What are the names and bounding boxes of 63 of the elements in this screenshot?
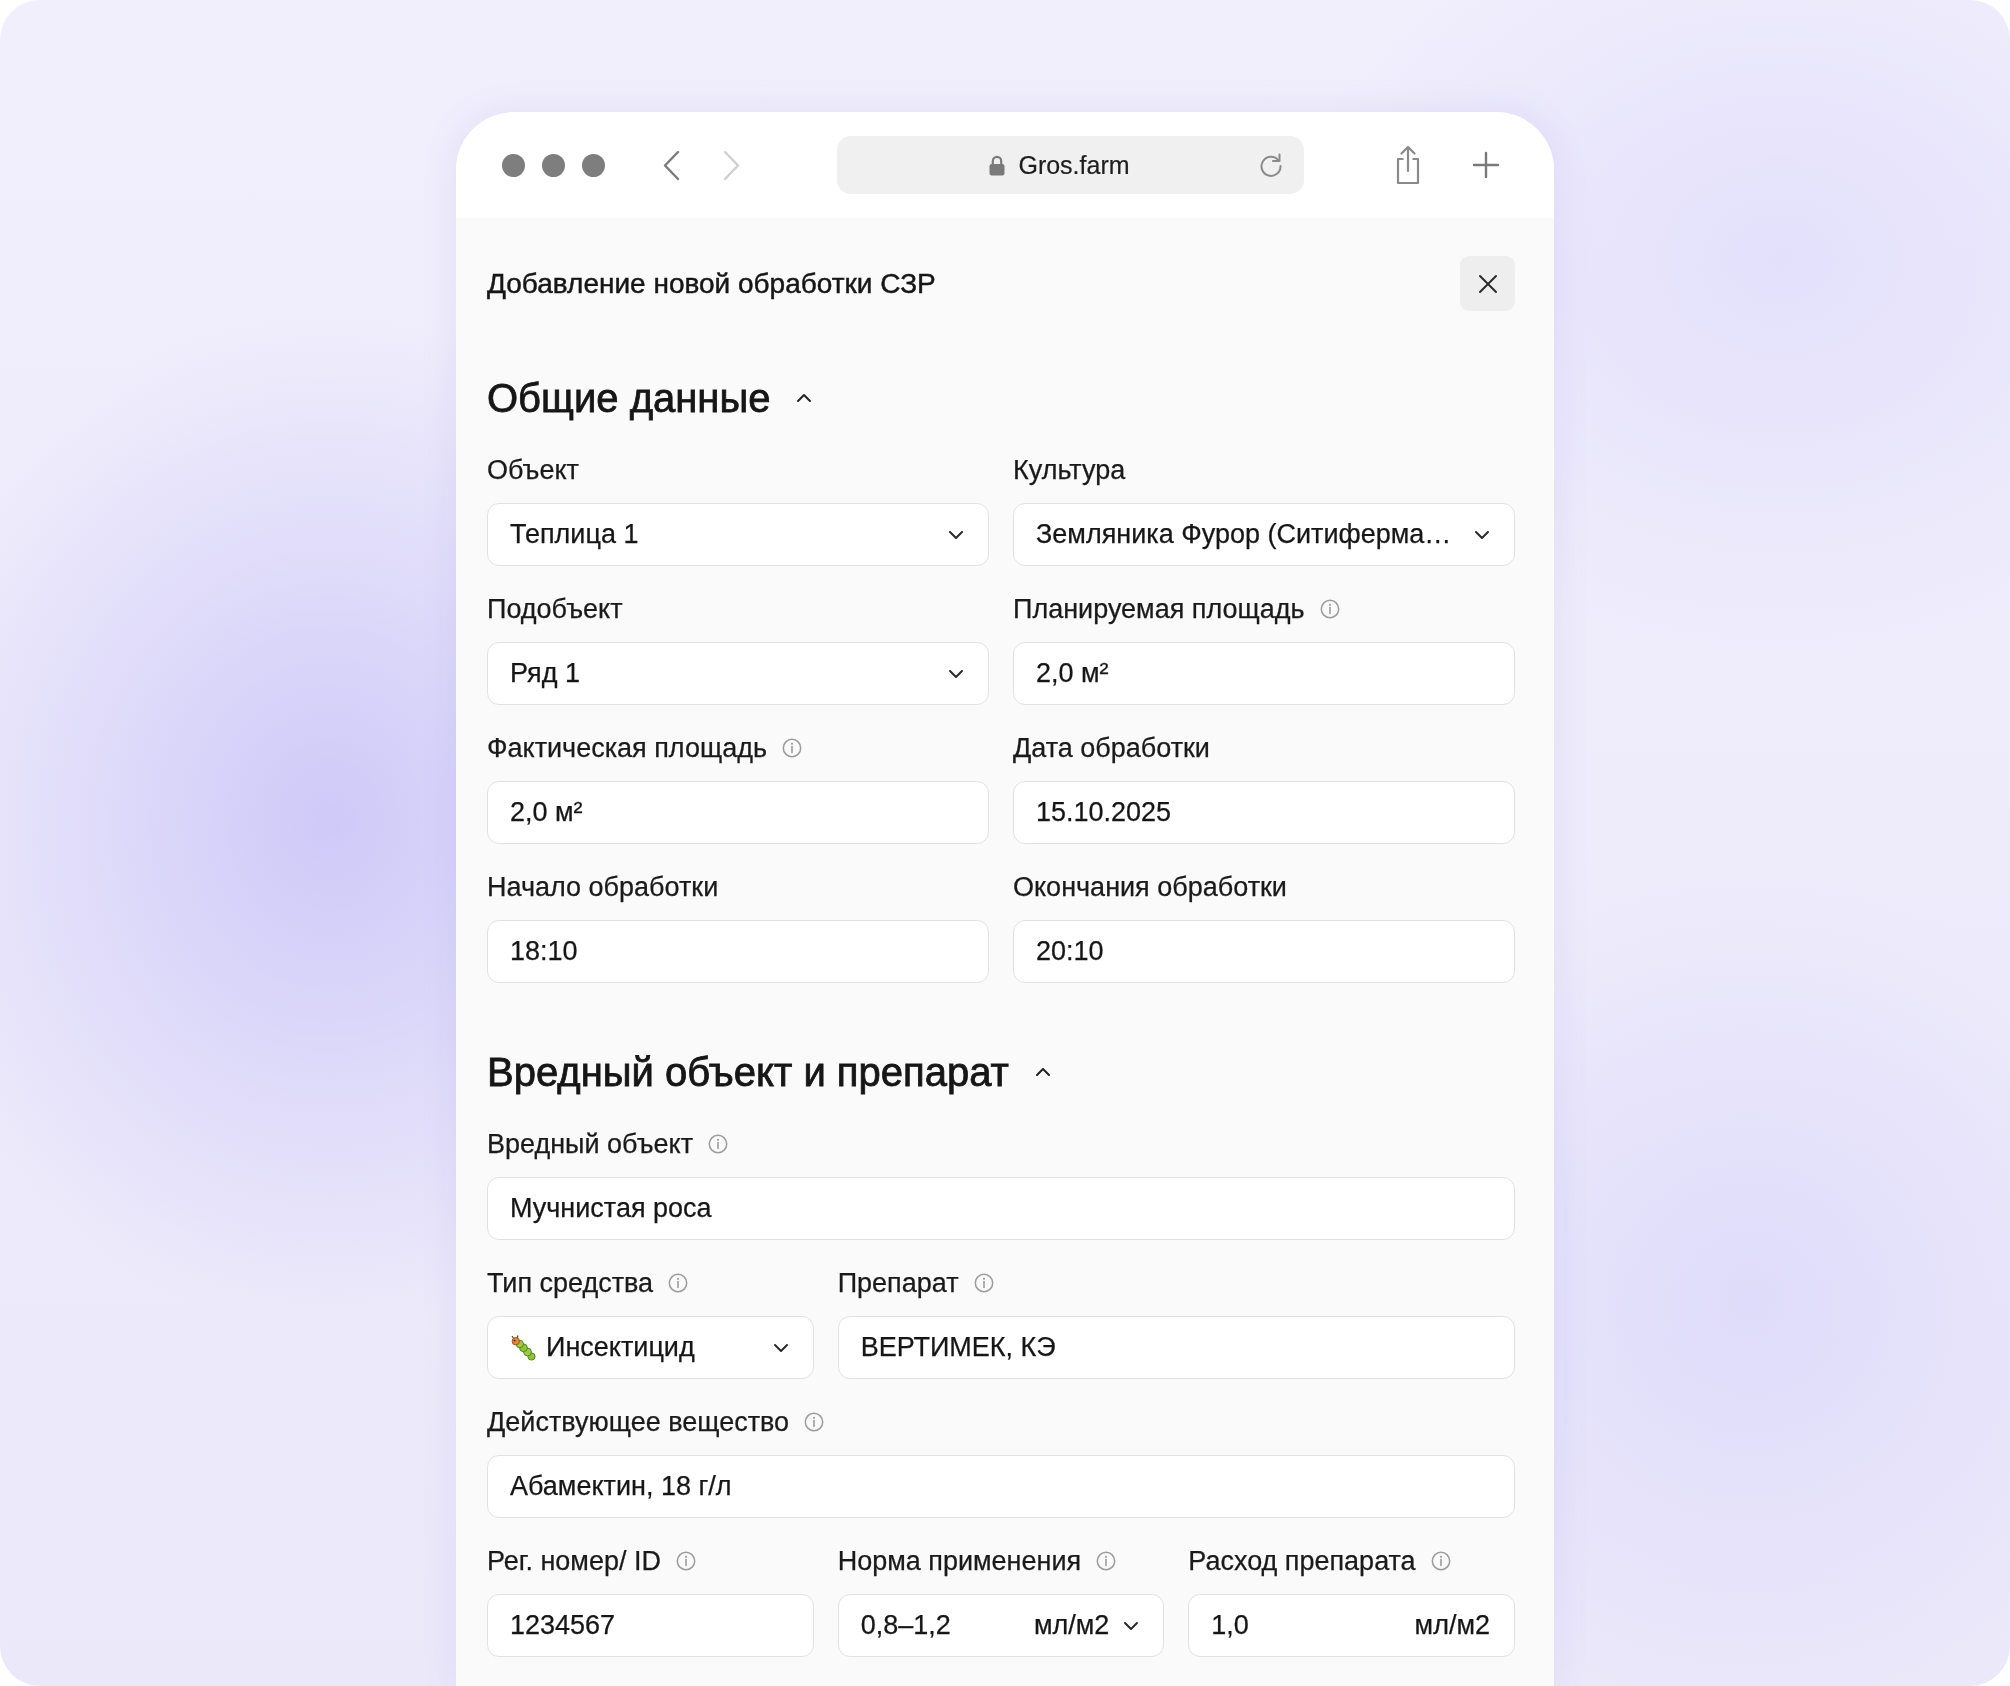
select-field[interactable]: Теплица 1 <box>487 503 989 566</box>
section-title: Вредный объект и препарат <box>487 1049 1009 1095</box>
chevron-down-icon <box>948 668 964 679</box>
select-field[interactable]: Ряд 1 <box>487 642 989 705</box>
field-label: Планируемая площадь <box>1013 593 1305 625</box>
chevron-down-icon <box>772 1342 789 1353</box>
input-field[interactable]: 2,0 м² <box>487 781 989 844</box>
info-icon[interactable] <box>1319 599 1340 619</box>
caterpillar-icon <box>510 1334 536 1361</box>
select-field[interactable]: Земляника Фурор (Ситиферма… <box>1013 503 1515 566</box>
field-label: Норма применения <box>837 1545 1082 1577</box>
input-field[interactable]: 2,0 м² <box>1013 642 1515 705</box>
input-field[interactable]: ВЕРТИМЕК, КЭ <box>837 1316 1515 1379</box>
input-field[interactable]: 0,8–1,2 мл/м2 <box>837 1594 1165 1657</box>
reload-icon[interactable] <box>1258 152 1284 178</box>
info-icon[interactable] <box>804 1412 825 1432</box>
share-icon[interactable] <box>1395 145 1421 185</box>
field-label: Тип средства <box>487 1267 654 1299</box>
field-label: Вредный объект <box>487 1128 694 1160</box>
unit-label: мл/м2 <box>1033 1610 1110 1641</box>
field-label: Культура <box>1013 454 1126 486</box>
chevron-down-icon <box>948 529 964 540</box>
info-icon[interactable] <box>782 738 802 758</box>
plus-icon[interactable] <box>1472 151 1500 179</box>
chevron-down-icon <box>1474 529 1490 540</box>
input-field[interactable]: 1234567 <box>487 1594 814 1657</box>
info-icon[interactable] <box>668 1273 689 1293</box>
chevron-down-icon <box>1123 1620 1140 1631</box>
window-control-icon[interactable] <box>502 153 525 177</box>
input-field[interactable]: 20:10 <box>1013 920 1515 983</box>
field-label: Препарат <box>837 1267 959 1299</box>
field-label: Рег. номер/ ID <box>487 1545 661 1577</box>
field-label: Начало обработки <box>487 871 719 903</box>
address-bar[interactable]: Gros.farm <box>837 136 1304 194</box>
input-field[interactable]: Абамектин, 18 г/л <box>487 1455 1515 1518</box>
field-label: Объект <box>487 454 579 486</box>
field-label: Окончания обработки <box>1013 871 1287 903</box>
close-icon <box>1477 273 1498 294</box>
window-control-icon[interactable] <box>542 153 565 177</box>
info-icon[interactable] <box>1096 1551 1117 1571</box>
input-field[interactable]: 1,0 мл/м2 <box>1188 1594 1515 1657</box>
dialog-title: Добавление новой обработки СЗР <box>487 267 936 300</box>
input-field[interactable]: 18:10 <box>487 920 989 983</box>
info-icon[interactable] <box>973 1273 994 1293</box>
chevron-up-icon[interactable] <box>796 393 813 403</box>
lock-icon <box>989 154 1006 176</box>
info-icon[interactable] <box>675 1551 696 1571</box>
info-icon[interactable] <box>708 1134 729 1154</box>
section-title: Общие данные <box>487 375 771 421</box>
field-label: Действующее вещество <box>487 1406 790 1438</box>
field-label: Расход препарата <box>1188 1545 1416 1577</box>
field-label: Фактическая площадь <box>487 732 767 764</box>
unit-label: мл/м2 <box>1414 1610 1490 1641</box>
input-field[interactable]: 15.10.2025 <box>1013 781 1515 844</box>
field-label: Подобъект <box>487 593 623 625</box>
input-field[interactable]: Мучнистая роса <box>487 1177 1515 1240</box>
chevron-left-icon[interactable] <box>662 149 680 181</box>
close-button[interactable] <box>1460 256 1515 311</box>
info-icon[interactable] <box>1430 1551 1451 1571</box>
window-control-icon[interactable] <box>582 153 605 177</box>
chevron-up-icon[interactable] <box>1034 1067 1051 1077</box>
select-field[interactable]: Инсектицид <box>487 1316 814 1379</box>
field-label: Дата обработки <box>1013 732 1210 764</box>
